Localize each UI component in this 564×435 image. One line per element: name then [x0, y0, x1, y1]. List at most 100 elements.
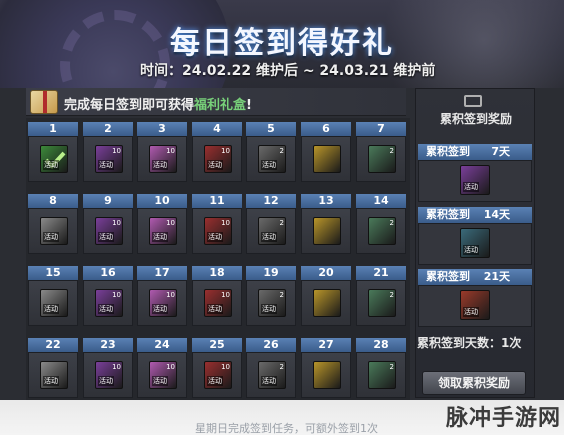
signin-day-cell[interactable]: 9 活动 10 [83, 194, 133, 254]
cumulative-reward-item[interactable]: 累积签到 7天活动 [418, 144, 532, 202]
cumulative-reward-item[interactable]: 累积签到 14天 活动 [418, 207, 532, 265]
signin-day-cell[interactable]: 15 活动 [28, 266, 78, 326]
item-quantity: 10 [166, 363, 175, 371]
ticket-icon [313, 289, 341, 317]
reward-slot [301, 352, 351, 398]
signin-day-cell[interactable]: 28 2 [356, 338, 406, 398]
reward-slot [301, 280, 351, 326]
reward-slot: 活动 [28, 208, 78, 254]
day-number: 11 [192, 194, 242, 208]
signin-day-cell[interactable]: 4 活动 10 [192, 122, 242, 182]
signin-day-cell[interactable]: 14 2 [356, 194, 406, 254]
reward-days: 21天 [483, 270, 510, 283]
day-number: 24 [137, 338, 187, 352]
gift-box-icon: 活动 10 [149, 289, 177, 317]
signin-day-cell[interactable]: 1 活动 [28, 122, 78, 182]
scroll-icon: 活动 2 [258, 217, 286, 245]
reward-slot: 活动 [28, 280, 78, 326]
claim-cumulative-button[interactable]: 领取累积奖励 [422, 371, 526, 395]
reward-slot: 活动 10 [137, 208, 187, 254]
signin-day-cell[interactable]: 19 活动 2 [246, 266, 296, 326]
day-number: 6 [301, 122, 351, 136]
cumulative-title: 累积签到奖励 [439, 112, 512, 126]
item-quantity: 10 [221, 363, 230, 371]
item-quantity: 10 [166, 291, 175, 299]
reward-slot: 活动 10 [83, 208, 133, 254]
signin-day-cell[interactable]: 11 活动 10 [192, 194, 242, 254]
item-tag: 活动 [463, 307, 479, 317]
day-number: 27 [301, 338, 351, 352]
chest-icon [464, 95, 482, 107]
signin-day-cell[interactable]: 5 活动 2 [246, 122, 296, 182]
footer-note: 星期日完成签到任务，可额外签到1次 [195, 422, 378, 435]
signin-day-cell[interactable]: 22 活动 [28, 338, 78, 398]
day-number: 26 [246, 338, 296, 352]
reward-slot: 2 [356, 208, 406, 254]
reward-header: 累积签到 21天 [418, 269, 532, 285]
reward-label: 累积签到 [426, 145, 470, 158]
day-number: 13 [301, 194, 351, 208]
signin-header-text: 完成每日签到即可获得福利礼盒! [64, 98, 252, 113]
item-tag: 活动 [207, 376, 223, 386]
reward-slot: 活动 2 [246, 136, 296, 182]
reward-slot: 活动 10 [83, 352, 133, 398]
signin-day-cell[interactable]: 72 [356, 122, 406, 182]
day-number: 14 [356, 194, 406, 208]
gift-box-icon: 活动 [460, 165, 490, 195]
signin-day-cell[interactable]: 13 [301, 194, 351, 254]
item-quantity: 10 [166, 147, 175, 155]
day-number: 19 [246, 266, 296, 280]
signin-day-cell[interactable]: 2 活动 10 [83, 122, 133, 182]
gift-box-icon: 活动 10 [149, 361, 177, 389]
cumulative-reward-panel: 累积签到奖励 累积签到 7天 活动 累积签到 14天 活动 累积签到 21天 活动 [415, 88, 535, 398]
reward-slot: 活动 10 [192, 208, 242, 254]
item-tag: 活动 [98, 304, 114, 314]
day-number: 5 [246, 122, 296, 136]
reward-label: 累积签到 [426, 270, 470, 283]
cumulative-reward-item[interactable]: 累积签到 21天活动 [418, 269, 532, 327]
reward-header: 累积签到 7天 [418, 144, 532, 160]
signin-day-cell[interactable]: 8 活动 [28, 194, 78, 254]
item-tag: 活动 [43, 376, 59, 386]
signin-day-cell[interactable]: 16 活动 10 [83, 266, 133, 326]
site-watermark: 脉冲手游网 [446, 406, 562, 431]
reward-slot: 活动 10 [83, 280, 133, 326]
day-number: 18 [192, 266, 242, 280]
item-tag: 活动 [207, 304, 223, 314]
signin-calendar-grid: 1 活动 2 活动 10 3 活动 10 4 活动 10 5 活动 2 6 7 2 8 活动 9 活动 10 10 活动 10 1… [26, 118, 410, 408]
signin-day-cell[interactable]: 3 活动 10 [137, 122, 187, 182]
reward-slot: 活动 10 [137, 280, 187, 326]
event-dates: 时间：24.02.22 维护后 ~ 24.03.21 维护前 [140, 63, 436, 79]
item-quantity: 10 [221, 147, 230, 155]
signin-day-cell[interactable]: 25 活动 10 [192, 338, 242, 398]
reward-slot: 活动 [28, 136, 78, 182]
signin-day-cell[interactable]: 23 活动 10 [83, 338, 133, 398]
coin-icon: 2 [368, 217, 396, 245]
reward-slot: 活动 2 [246, 352, 296, 398]
signin-day-cell[interactable]: 10 活动 10 [137, 194, 187, 254]
signin-day-cell[interactable]: 17 活动 10 [137, 266, 187, 326]
signin-day-cell[interactable]: 18 活动 10 [192, 266, 242, 326]
gift-box-icon: 活动 10 [149, 145, 177, 173]
crystal-icon: 活动 [40, 361, 68, 389]
signin-day-cell[interactable]: 27 [301, 338, 351, 398]
item-tag: 活动 [463, 245, 479, 255]
day-number: 28 [356, 338, 406, 352]
signin-day-cell[interactable]: 6 [301, 122, 351, 182]
reward-slot: 活动 10 [137, 352, 187, 398]
scroll-icon: 活动 2 [258, 145, 286, 173]
reward-slot [301, 208, 351, 254]
gift-box-icon: 活动 10 [95, 289, 123, 317]
signin-day-cell[interactable]: 12 活动 2 [246, 194, 296, 254]
signin-day-cell[interactable]: 21 2 [356, 266, 406, 326]
item-tag: 活动 [207, 232, 223, 242]
item-tag: 活动 [152, 304, 168, 314]
signin-header: 完成每日签到即可获得福利礼盒! [26, 88, 406, 116]
item-quantity: 2 [389, 147, 394, 155]
event-banner: 每日签到得好礼 时间：24.02.22 维护后 ~ 24.03.21 维护前 [0, 0, 564, 88]
ticket-icon [313, 217, 341, 245]
signin-day-cell[interactable]: 24 活动 10 [137, 338, 187, 398]
day-number: 4 [192, 122, 242, 136]
signin-day-cell[interactable]: 20 [301, 266, 351, 326]
signin-day-cell[interactable]: 26 活动 2 [246, 338, 296, 398]
